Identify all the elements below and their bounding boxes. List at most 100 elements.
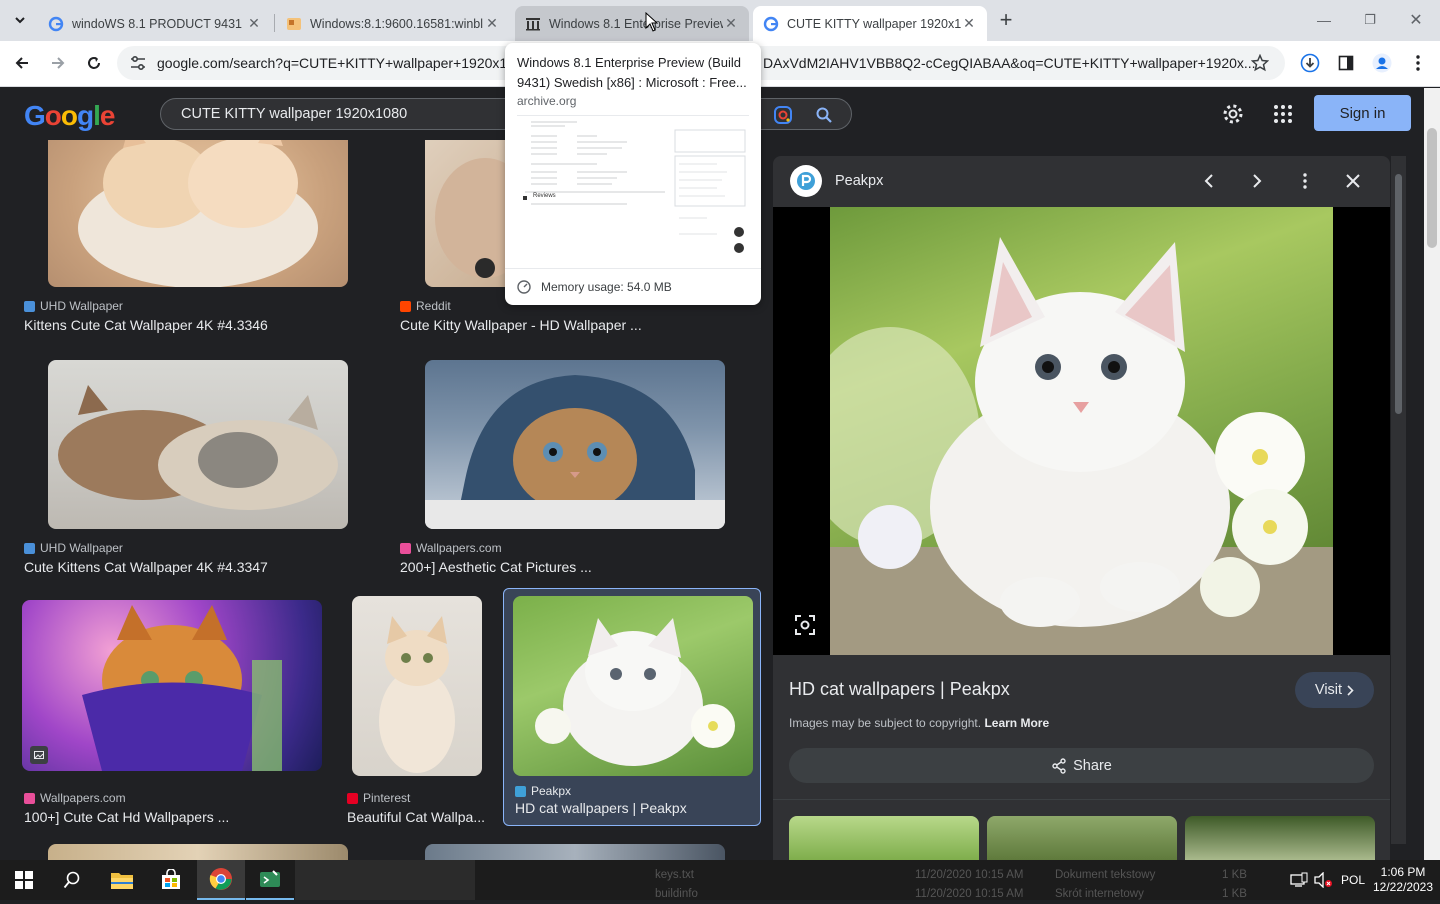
- taskbar-empty-area: [295, 860, 475, 900]
- gear-icon[interactable]: [1222, 103, 1244, 125]
- tab-2[interactable]: Windows:8.1:9600.16581:winbl ✕: [276, 6, 510, 41]
- visit-button[interactable]: Visit: [1295, 672, 1374, 708]
- search-icon[interactable]: [815, 106, 833, 124]
- result-source[interactable]: Pinterest: [347, 791, 410, 805]
- result-image[interactable]: [425, 844, 725, 860]
- result-title[interactable]: Kittens Cute Cat Wallpaper 4K #4.3346: [24, 317, 268, 333]
- close-icon[interactable]: ✕: [246, 15, 262, 32]
- profile-button[interactable]: [1368, 49, 1396, 77]
- previous-button[interactable]: [1195, 167, 1223, 195]
- bg-file-type: Dokument tekstowy: [1055, 869, 1156, 881]
- google-lens-icon[interactable]: [773, 105, 793, 125]
- side-panel-button[interactable]: [1332, 49, 1360, 77]
- result-image[interactable]: [425, 360, 725, 529]
- tab-4[interactable]: CUTE KITTY wallpaper 1920x10 ✕: [753, 6, 987, 41]
- close-icon[interactable]: ✕: [723, 15, 739, 32]
- chrome-taskbar-button[interactable]: [197, 860, 245, 900]
- network-icon[interactable]: [1290, 872, 1308, 888]
- forward-button[interactable]: [44, 49, 72, 77]
- result-card-selected[interactable]: Peakpx HD cat wallpapers | Peakpx: [503, 588, 761, 826]
- page-scrollbar[interactable]: [1424, 88, 1440, 860]
- learn-more-link[interactable]: Learn More: [984, 716, 1049, 730]
- minimize-button[interactable]: —: [1310, 6, 1338, 34]
- result-source[interactable]: Wallpapers.com: [400, 541, 502, 555]
- clock[interactable]: 1:06 PM 12/22/2023: [1372, 865, 1434, 895]
- panel-scrollbar-thumb[interactable]: [1395, 174, 1402, 414]
- google-logo[interactable]: Google: [24, 100, 115, 132]
- tab-1[interactable]: windoWS 8.1 PRODUCT 9431 - ✕: [38, 6, 272, 41]
- result-image[interactable]: [352, 596, 482, 776]
- result-image[interactable]: [48, 844, 348, 860]
- result-title[interactable]: 200+] Aesthetic Cat Pictures ...: [400, 559, 592, 575]
- arrow-left-icon: [15, 57, 28, 69]
- app-taskbar-button[interactable]: [246, 860, 294, 900]
- result-image[interactable]: [513, 596, 753, 776]
- result-card[interactable]: Wallpapers.com 100+] Cute Cat Hd Wallpap…: [20, 596, 330, 834]
- url-text-right: DAxVdM2IAHV1VBB8Q2-cCegQIABAA&oq=CUTE+KI…: [763, 55, 1256, 71]
- reload-button[interactable]: [80, 49, 108, 77]
- volume-muted-icon[interactable]: [1313, 872, 1333, 888]
- back-button[interactable]: [8, 49, 36, 77]
- result-image[interactable]: [22, 600, 322, 771]
- close-window-button[interactable]: ✕: [1402, 6, 1430, 34]
- site-info-icon[interactable]: [130, 56, 146, 70]
- lens-search-icon[interactable]: [794, 614, 816, 636]
- panel-scrollbar[interactable]: [1391, 156, 1406, 844]
- result-title[interactable]: Cute Kitty Wallpaper - HD Wallpaper ...: [400, 317, 642, 333]
- result-source[interactable]: Peakpx: [515, 784, 571, 798]
- tab-3[interactable]: Windows 8.1 Enterprise Preview ✕: [515, 6, 749, 41]
- apps-grid-icon[interactable]: [1273, 104, 1293, 124]
- google-g-icon: [763, 16, 779, 32]
- next-button[interactable]: [1243, 167, 1271, 195]
- arrow-right-icon: [52, 57, 65, 69]
- kitten-in-jeans-image: [425, 375, 725, 529]
- more-options-button[interactable]: [1291, 167, 1319, 195]
- tab-search-button[interactable]: [6, 6, 34, 34]
- related-image[interactable]: [789, 816, 979, 860]
- start-button[interactable]: [0, 860, 48, 900]
- result-title[interactable]: 100+] Cute Cat Hd Wallpapers ...: [24, 809, 229, 825]
- panel-title[interactable]: HD cat wallpapers | Peakpx: [789, 679, 1010, 700]
- google-g-icon: [48, 16, 64, 32]
- new-tab-button[interactable]: +: [992, 6, 1020, 34]
- taskbar-search-button[interactable]: [48, 860, 96, 900]
- result-image[interactable]: [48, 360, 348, 529]
- language-indicator[interactable]: POL: [1341, 873, 1365, 887]
- related-image[interactable]: [1185, 816, 1375, 860]
- gauge-icon: [517, 280, 531, 294]
- peakpx-logo-icon: [790, 165, 822, 197]
- downloads-button[interactable]: [1296, 49, 1324, 77]
- share-label: Share: [1073, 757, 1112, 774]
- bg-file-date: 11/20/2020 10:15 AM: [915, 869, 1024, 881]
- page-scrollbar-thumb[interactable]: [1427, 128, 1437, 248]
- result-source[interactable]: UHD Wallpaper: [24, 299, 123, 313]
- sign-in-button[interactable]: Sign in: [1314, 95, 1411, 131]
- close-panel-button[interactable]: [1339, 167, 1367, 195]
- preview-image[interactable]: [830, 207, 1333, 655]
- result-source[interactable]: Wallpapers.com: [24, 791, 126, 805]
- tab-preview-thumbnail: Reviews: [517, 115, 749, 263]
- chevron-down-icon: [15, 17, 25, 24]
- result-title[interactable]: HD cat wallpapers | Peakpx: [515, 800, 687, 816]
- search-query[interactable]: CUTE KITTY wallpaper 1920x1080: [181, 106, 407, 122]
- related-image[interactable]: [987, 816, 1177, 860]
- result-source[interactable]: UHD Wallpaper: [24, 541, 123, 555]
- menu-button[interactable]: [1404, 49, 1432, 77]
- panel-source[interactable]: Peakpx: [835, 173, 883, 189]
- close-icon[interactable]: ✕: [961, 15, 977, 32]
- result-card[interactable]: UHD Wallpaper Cute Kittens Cat Wallpaper…: [20, 352, 376, 594]
- result-title[interactable]: Cute Kittens Cat Wallpaper 4K #4.3347: [24, 559, 268, 575]
- result-card[interactable]: Wallpapers.com 200+] Aesthetic Cat Pictu…: [396, 352, 752, 594]
- share-button[interactable]: Share: [789, 748, 1374, 783]
- result-title[interactable]: Beautiful Cat Wallpa...: [347, 809, 485, 825]
- close-icon[interactable]: ✕: [484, 15, 500, 32]
- restore-button[interactable]: ❐: [1356, 6, 1384, 34]
- result-card[interactable]: Pinterest Beautiful Cat Wallpa...: [343, 596, 493, 834]
- result-source[interactable]: Reddit: [400, 299, 451, 313]
- star-icon[interactable]: [1251, 54, 1269, 72]
- reddit-favicon-icon: [400, 300, 411, 312]
- store-button[interactable]: [147, 860, 195, 900]
- folder-icon: [111, 873, 133, 889]
- background-file-types: Dokument tekstowy Skrót internetowy: [1055, 866, 1155, 904]
- file-explorer-button[interactable]: [98, 860, 146, 900]
